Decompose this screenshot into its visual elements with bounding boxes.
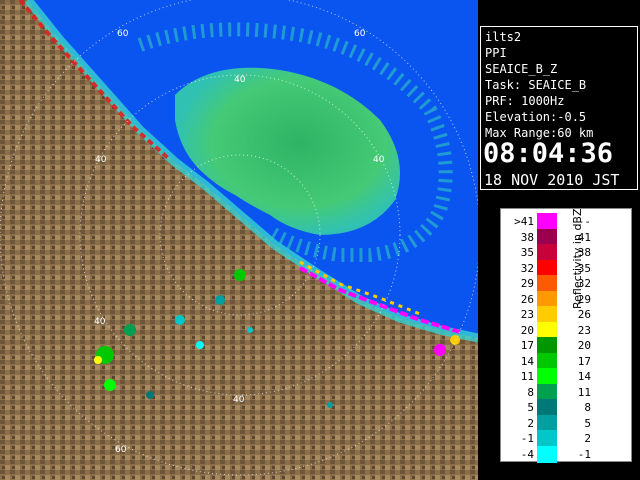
- ring-label: 40: [95, 155, 107, 165]
- legend-upper-bound: 8: [584, 401, 591, 414]
- product-name: SEAICE_B_Z: [485, 62, 558, 76]
- legend-color-swatch: [537, 383, 557, 401]
- legend-color-swatch: [537, 259, 557, 277]
- legend-color-swatch: [537, 290, 557, 308]
- scan-date: 18 NOV 2010 JST: [484, 171, 620, 189]
- ring-label: 40: [94, 317, 106, 327]
- legend-row: 58: [501, 399, 601, 416]
- legend-upper-bound: 17: [577, 354, 591, 368]
- legend-upper-bound: 11: [577, 385, 591, 399]
- legend-upper-bound: -1: [577, 447, 591, 461]
- legend-lower-bound: 11: [520, 370, 534, 383]
- legend-lower-bound: 2: [527, 416, 534, 430]
- reflectivity-legend: >41 --- 38 41 35 38 32 35 29 32 26 29 23 26 20 23 17 20 14…: [500, 208, 632, 463]
- radar-ppi-map: 40 40 40 60 60 40 40 60: [0, 0, 478, 480]
- legend-color-swatch: [537, 244, 557, 261]
- legend-row: 17 20: [501, 337, 601, 354]
- legend-lower-bound: 29: [520, 277, 534, 290]
- legend-color-swatch: [537, 445, 557, 463]
- ring-label: 60: [117, 29, 129, 39]
- legend-upper-bound: 23: [577, 323, 591, 337]
- legend-color-swatch: [537, 306, 557, 323]
- legend-row: >41 ---: [501, 213, 601, 230]
- legend-lower-bound: 14: [520, 354, 534, 368]
- legend-row: 38 41: [501, 228, 601, 246]
- legend-lower-bound: 23: [520, 308, 534, 321]
- legend-color-swatch: [537, 352, 557, 370]
- legend-lower-bound: 20: [520, 323, 534, 337]
- legend-lower-bound: 26: [520, 292, 534, 306]
- legend-lower-bound: -1: [520, 432, 534, 445]
- ring-label: 60: [354, 29, 366, 39]
- legend-color-swatch: [537, 337, 557, 354]
- prf-value: PRF: 1000Hz: [485, 94, 565, 108]
- legend-lower-bound: 38: [520, 230, 534, 244]
- ring-label: 40: [373, 155, 385, 165]
- task-name: Task: SEAICE_B: [485, 78, 587, 92]
- ring-label: 60: [115, 445, 127, 455]
- legend-upper-bound: 14: [577, 370, 591, 383]
- scan-time: 08:04:36: [483, 138, 614, 169]
- legend-color-swatch: [537, 321, 557, 339]
- legend-lower-bound: >41: [514, 215, 534, 228]
- legend-lower-bound: -4: [520, 447, 534, 461]
- site-name: ilts2: [485, 30, 522, 44]
- legend-row: 25: [501, 414, 601, 432]
- legend-row: 26 29: [501, 290, 601, 308]
- legend-color-swatch: [537, 399, 557, 416]
- legend-color-swatch: [537, 275, 557, 292]
- legend-row: 29 32: [501, 275, 601, 292]
- legend-row: -4 -1: [501, 445, 601, 463]
- elevation-value: Elevation:-0.5: [485, 110, 587, 124]
- legend-color-swatch: [537, 368, 557, 385]
- legend-title: Reflectivity in dBZ: [571, 208, 584, 309]
- legend-color-swatch: [537, 228, 557, 246]
- legend-lower-bound: 17: [520, 339, 534, 352]
- scan-type: PPI: [485, 46, 507, 60]
- legend-lower-bound: 32: [520, 261, 534, 275]
- legend-row: 20 23: [501, 321, 601, 339]
- ring-label: 40: [233, 395, 245, 405]
- legend-row: 35 38: [501, 244, 601, 261]
- legend-row: 32 35: [501, 259, 601, 277]
- legend-row: -1 2: [501, 430, 601, 447]
- legend-lower-bound: 5: [527, 401, 534, 414]
- legend-upper-bound: 20: [577, 339, 591, 352]
- ring-label: 40: [234, 75, 246, 85]
- legend-color-swatch: [537, 414, 557, 432]
- legend-row: 11 14: [501, 368, 601, 385]
- legend-upper-bound: 5: [584, 416, 591, 430]
- legend-row: 8 11: [501, 383, 601, 401]
- legend-lower-bound: 8: [527, 385, 534, 399]
- legend-color-swatch: [537, 213, 557, 230]
- legend-color-swatch: [537, 430, 557, 447]
- legend-row: 23 26: [501, 306, 601, 323]
- legend-row: 14 17: [501, 352, 601, 370]
- scan-info-panel: ilts2 PPI SEAICE_B_Z Task: SEAICE_B PRF:…: [480, 26, 638, 190]
- legend-upper-bound: 2: [584, 432, 591, 445]
- legend-lower-bound: 35: [520, 246, 534, 259]
